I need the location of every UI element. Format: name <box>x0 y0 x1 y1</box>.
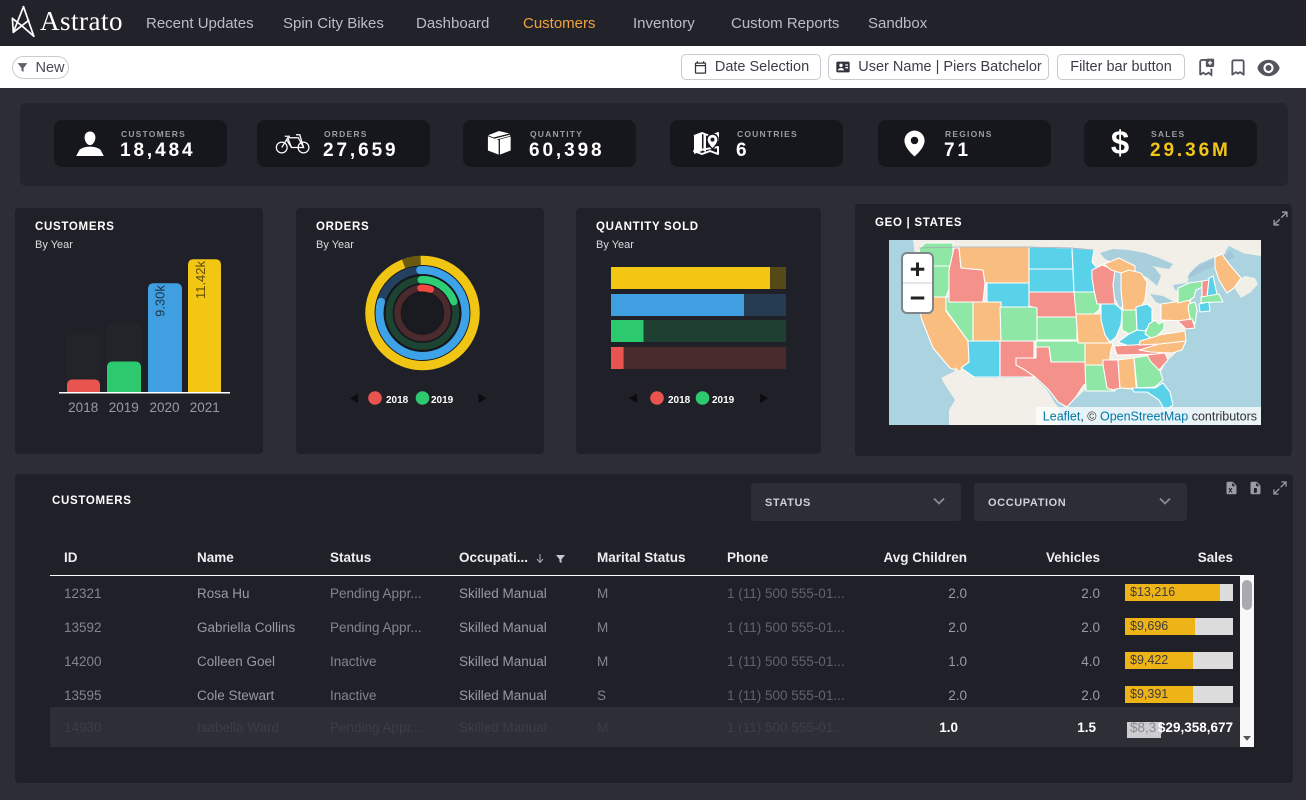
svg-text:2019: 2019 <box>712 395 735 406</box>
svg-text:2019: 2019 <box>109 400 139 415</box>
svg-text:2020: 2020 <box>149 400 179 415</box>
svg-text:Leaflet, © OpenStreetMap contr: Leaflet, © OpenStreetMap contributors <box>1043 410 1257 424</box>
svg-text:9.30k: 9.30k <box>153 285 168 317</box>
svg-text:2018: 2018 <box>386 395 409 406</box>
svg-text:2018: 2018 <box>668 395 691 406</box>
svg-text:2018: 2018 <box>68 400 98 415</box>
svg-text:2021: 2021 <box>190 400 220 415</box>
svg-text:11.42k: 11.42k <box>193 260 208 299</box>
svg-text:2019: 2019 <box>431 395 454 406</box>
